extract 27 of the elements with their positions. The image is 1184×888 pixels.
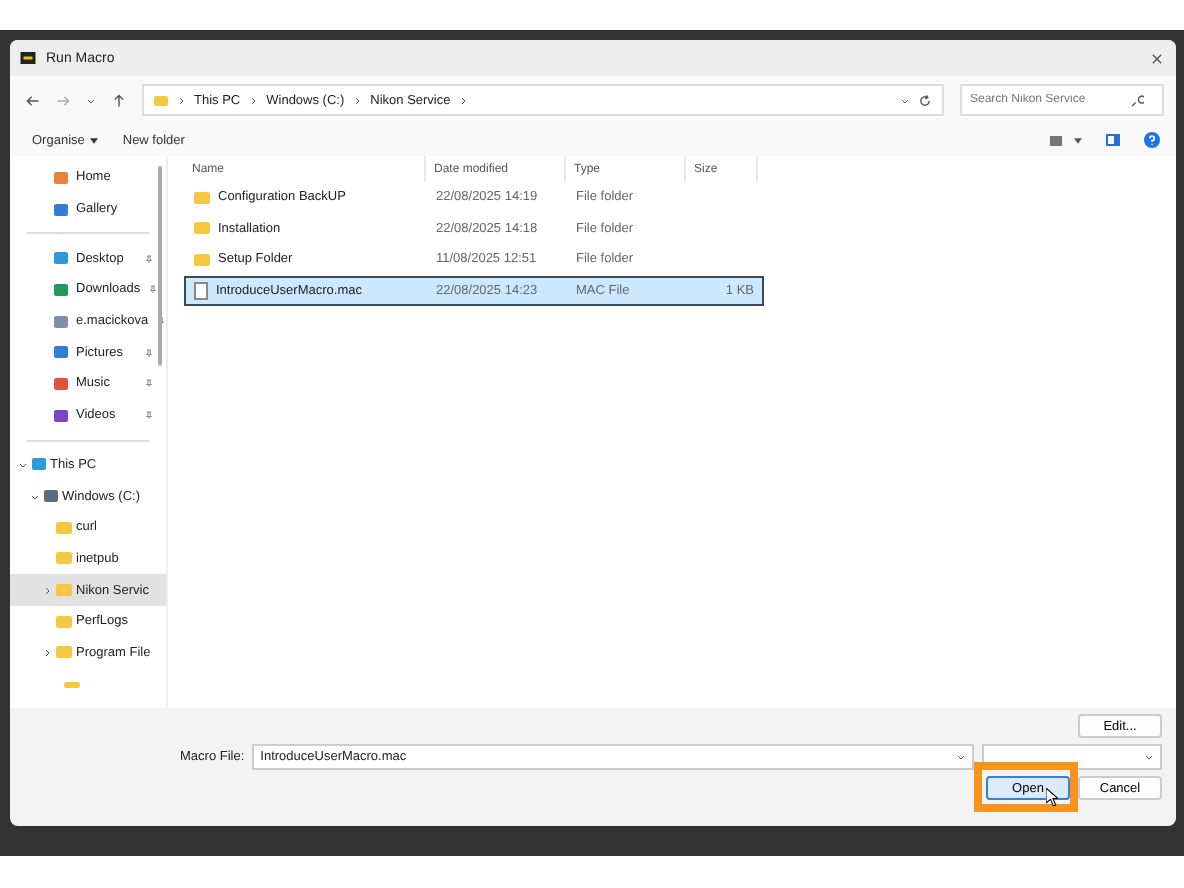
preview-pane-icon[interactable] [1106,134,1120,146]
folder-icon [56,646,72,659]
pin-icon [144,410,154,421]
folder-icon [56,584,72,597]
close-icon[interactable] [1150,51,1164,65]
pin-icon [144,347,154,358]
folder-icon [194,222,210,235]
back-icon[interactable] [26,93,40,107]
refresh-icon[interactable] [918,93,932,107]
caret-icon [90,137,99,143]
file-icon [194,282,208,301]
caret-icon[interactable] [1074,137,1082,143]
pin-icon [148,284,159,295]
folder-icon [56,521,72,534]
folder-icon [194,191,210,204]
help-icon[interactable] [1144,132,1160,148]
pin-icon [144,378,154,389]
folder-icon [64,681,80,688]
cursor-icon [1046,788,1058,806]
folder-icon [56,615,72,628]
folder-icon [154,95,168,105]
pin-icon [144,253,154,264]
up-icon[interactable] [112,93,126,107]
app-icon [20,52,36,64]
folder-icon [56,552,72,565]
folder-icon [194,253,210,266]
view-icon[interactable] [1050,135,1062,145]
